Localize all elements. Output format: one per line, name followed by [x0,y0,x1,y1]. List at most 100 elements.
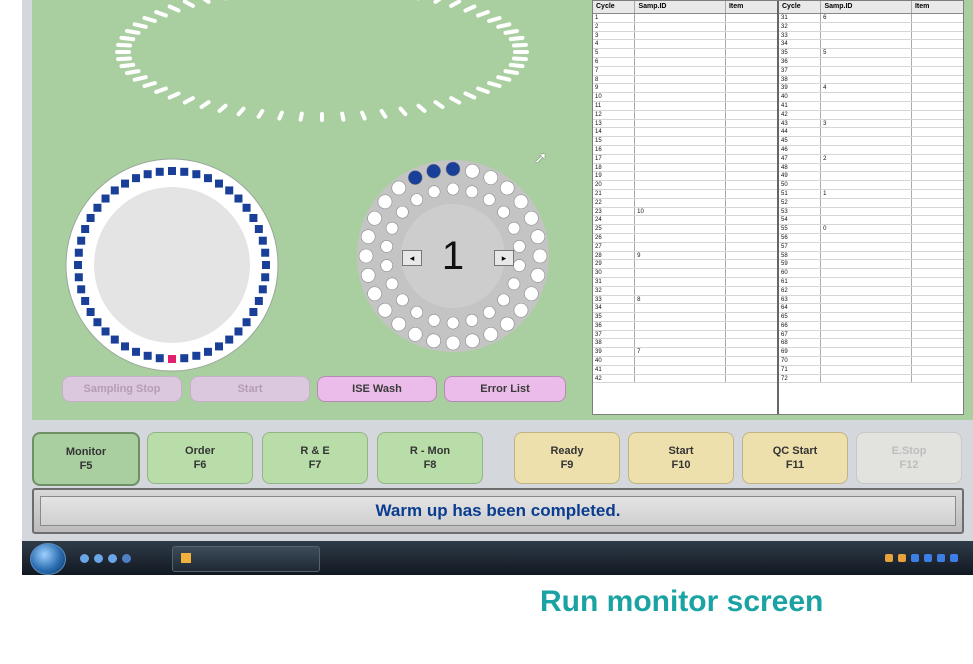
sample-cup[interactable] [77,236,86,245]
table-row[interactable]: 5 [593,49,777,58]
reagent-bottle[interactable] [396,205,409,219]
taskbar-app-button[interactable] [172,546,320,572]
sample-cup[interactable] [132,174,141,183]
table-row[interactable]: 32 [779,22,963,32]
start-button[interactable]: Start [190,376,310,402]
table-row[interactable]: 42 [593,374,777,384]
table-row[interactable]: 64 [779,304,963,314]
sample-cup[interactable] [234,327,243,336]
table-row[interactable]: 8 [593,75,777,85]
table-row[interactable]: 19 [593,172,777,182]
reagent-bottle[interactable] [380,259,393,272]
table-row[interactable]: 58 [779,251,963,261]
table-row[interactable]: 44 [779,128,963,138]
table-row[interactable]: 10 [593,93,777,102]
tray-icon[interactable] [911,554,919,562]
sample-cup[interactable] [155,354,164,363]
sample-cup[interactable] [74,248,83,257]
reagent-bottle[interactable] [407,170,423,185]
reagent-bottle[interactable] [507,221,521,235]
reagent-bottle[interactable] [358,248,374,264]
quick-launch-icon[interactable] [122,554,131,563]
reagent-disk[interactable] [355,158,551,354]
table-row[interactable]: 68 [779,339,963,349]
sampling-stop-button[interactable]: Sampling Stop [62,376,182,402]
sample-cup[interactable] [74,273,83,282]
tray-icon[interactable] [950,554,958,562]
table-row[interactable]: 3 [593,31,777,41]
table-row[interactable]: 37 [593,330,777,340]
table-row[interactable]: 62 [779,286,963,296]
quick-launch-icon[interactable] [80,554,89,563]
table-row[interactable]: 50 [779,181,963,190]
reagent-bottle[interactable] [482,193,496,206]
table-row[interactable]: 61 [779,277,963,287]
reagent-bottle[interactable] [524,210,539,226]
sample-cup[interactable] [110,335,119,344]
reagent-bottle[interactable] [396,293,409,307]
table-row[interactable]: 7 [593,66,777,76]
reagent-bottle[interactable] [426,333,441,349]
table-row[interactable]: 71 [779,365,963,375]
reagent-bottle[interactable] [360,229,376,244]
table-row[interactable]: 54 [779,216,963,226]
sample-cup[interactable] [261,248,270,257]
reagent-bottle[interactable] [410,193,424,206]
reagent-bottle[interactable] [497,293,510,307]
sample-disk[interactable] [62,155,282,375]
sample-cup[interactable] [101,194,110,203]
sample-cup[interactable] [132,347,141,356]
reagent-bottle[interactable] [385,221,399,235]
table-row[interactable]: 56 [779,233,963,243]
r-and-e-f7-key[interactable]: R & E F7 [262,432,368,484]
table-row[interactable]: 72 [779,374,963,384]
reagent-bottle[interactable] [380,240,393,253]
reagent-bottle[interactable] [445,161,461,177]
e-stop-f12-key[interactable]: E.Stop F12 [856,432,962,484]
order-f6-key[interactable]: Order F6 [147,432,253,484]
table-row[interactable]: 15 [593,137,777,146]
tray-icon[interactable] [924,554,932,562]
sample-cup[interactable] [74,261,82,269]
tray-icon[interactable] [898,554,906,562]
table-row[interactable]: 33 [779,31,963,41]
sample-cup[interactable] [203,347,212,356]
table-row[interactable]: 4 [593,40,777,50]
table-row[interactable]: 13 [593,119,777,129]
table-row[interactable]: 40 [593,357,777,366]
table-row[interactable]: 25 [593,225,777,234]
sample-cup[interactable] [77,285,86,294]
table-row[interactable]: 41 [593,365,777,375]
monitor-f5-key[interactable]: Monitor F5 [32,432,140,486]
sample-cup[interactable] [86,308,95,316]
table-row[interactable]: 1 [593,14,777,23]
table-row[interactable]: 31 [593,277,777,287]
qc-start-f11-key[interactable]: QC Start F11 [742,432,848,484]
table-row[interactable]: 16 [593,145,777,155]
table-row[interactable]: 69 [779,348,963,358]
table-row[interactable]: 40 [779,93,963,102]
reagent-bottle[interactable] [513,302,529,318]
table-row[interactable]: 48 [779,163,963,173]
reagent-bottle[interactable] [427,185,441,199]
table-row[interactable]: 65 [779,313,963,322]
sample-cup[interactable] [254,296,263,305]
sample-cup[interactable] [121,342,129,351]
table-row[interactable]: 29 [593,260,777,270]
sample-cup[interactable] [258,285,267,294]
table-row[interactable]: 41 [779,101,963,111]
reagent-bottle[interactable] [507,277,521,291]
table-row[interactable]: 17 [593,154,777,164]
reagent-bottle[interactable] [446,316,460,330]
reagent-bottle[interactable] [513,240,526,253]
table-row[interactable]: 45 [779,137,963,146]
reagent-bottle[interactable] [391,316,407,332]
sample-cup[interactable] [101,327,110,336]
table-row[interactable]: 26 [593,233,777,243]
sample-cup[interactable] [192,170,201,179]
sample-cup[interactable] [192,351,201,360]
sample-cup[interactable] [242,318,251,327]
sample-cup[interactable] [168,167,176,175]
table-row[interactable]: 22 [593,198,777,208]
table-row[interactable]: 39 7 [593,348,777,358]
